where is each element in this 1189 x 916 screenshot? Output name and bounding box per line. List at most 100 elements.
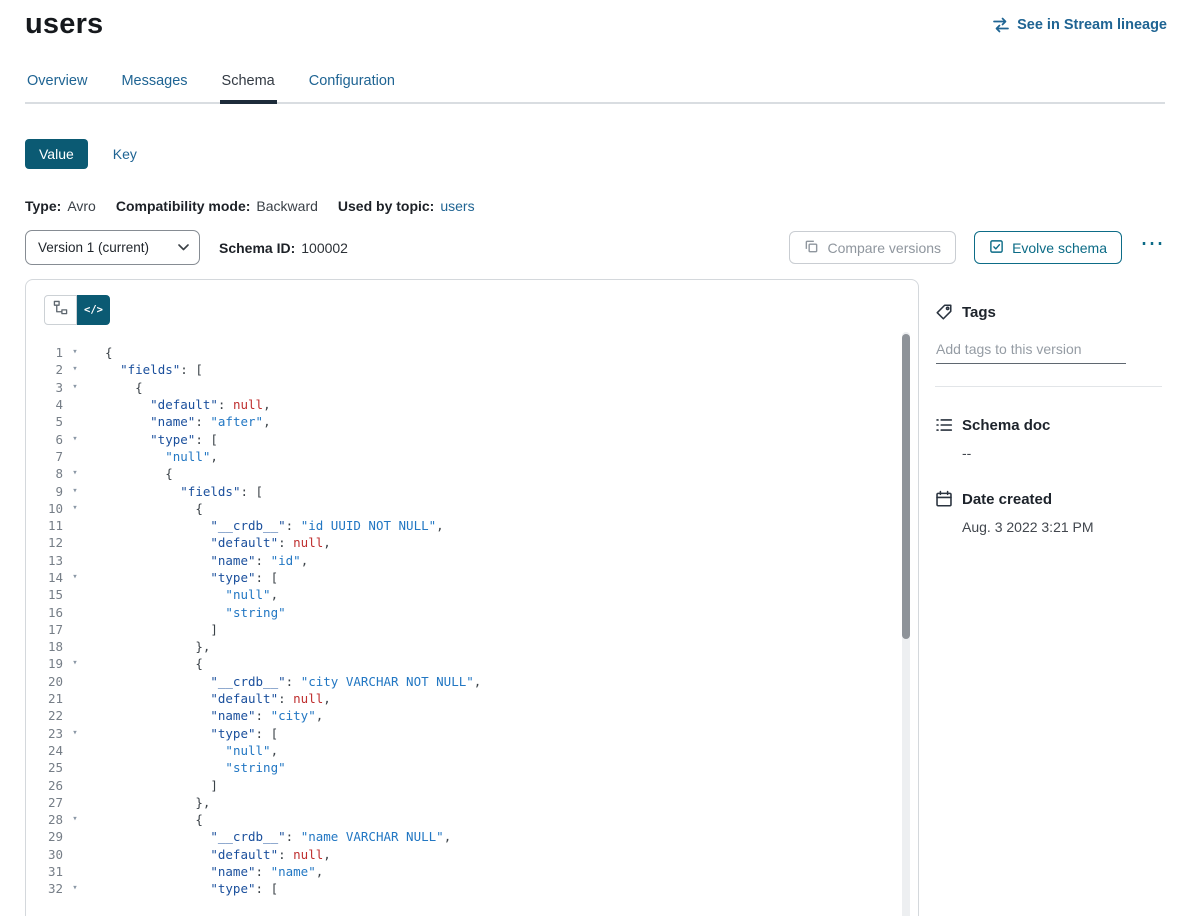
edit-check-icon xyxy=(989,239,1004,257)
topic-link[interactable]: users xyxy=(440,198,474,214)
code-line: 26 ] xyxy=(44,776,918,793)
code-text: "null", xyxy=(105,587,278,602)
line-number: 32 xyxy=(44,881,63,896)
fold-toggle-icon[interactable]: ▾ xyxy=(68,435,82,444)
code-line: 28▾ { xyxy=(44,811,918,828)
stream-lineage-link[interactable]: See in Stream lineage xyxy=(992,16,1167,34)
tab-bar: Overview Messages Schema Configuration xyxy=(25,73,1165,104)
fold-toggle-icon[interactable]: ▾ xyxy=(68,504,82,513)
code-line: 7 "null", xyxy=(44,448,918,465)
compare-versions-button[interactable]: Compare versions xyxy=(789,231,956,264)
schema-doc-title: Schema doc xyxy=(962,417,1050,434)
code-view-icon: </> xyxy=(84,304,103,316)
schema-doc-header: Schema doc xyxy=(935,416,1167,434)
line-number: 16 xyxy=(44,605,63,620)
tab-configuration[interactable]: Configuration xyxy=(307,73,397,102)
code-text: "type": [ xyxy=(105,726,278,741)
line-number: 14 xyxy=(44,570,63,585)
line-number: 26 xyxy=(44,778,63,793)
code-text: }, xyxy=(105,639,210,654)
tab-schema[interactable]: Schema xyxy=(220,73,277,102)
schema-editor-panel: </> 1 ▾ {2 ▾ "fields": [ 3 ▾ {4 "default": nu… xyxy=(25,279,919,916)
value-toggle-button[interactable]: Value xyxy=(25,139,88,169)
tab-messages[interactable]: Messages xyxy=(119,73,189,102)
code-text: "__crdb__": "city VARCHAR NOT NULL", xyxy=(105,674,481,689)
code-text: "null", xyxy=(105,743,278,758)
code-text: "name": "after", xyxy=(105,414,271,429)
code-line: 10▾ { xyxy=(44,500,918,517)
code-text: "type": [ xyxy=(105,881,278,896)
line-number: 2 xyxy=(44,362,63,377)
code-text: ] xyxy=(105,622,218,637)
code-view-button[interactable]: </> xyxy=(77,295,110,325)
code-line: 27 }, xyxy=(44,794,918,811)
date-created-section: Date created Aug. 3 2022 3:21 PM xyxy=(935,490,1167,535)
code-text: { xyxy=(105,345,113,360)
main-content: </> 1 ▾ {2 ▾ "fields": [ 3 ▾ {4 "default": nu… xyxy=(25,279,1189,916)
fold-toggle-icon[interactable]: ▾ xyxy=(68,659,82,668)
topic-label: Used by topic: xyxy=(338,198,434,214)
fold-toggle-icon[interactable]: ▾ xyxy=(68,469,82,478)
fold-toggle-icon[interactable]: ▾ xyxy=(68,383,82,392)
sidebar-divider xyxy=(935,386,1162,387)
version-select-wrap: Version 1 (current) xyxy=(25,230,200,265)
code-text: }, xyxy=(105,795,210,810)
tags-input[interactable] xyxy=(936,338,1126,364)
code-text: "name": "city", xyxy=(105,708,323,723)
code-line: 13 "name": "id", xyxy=(44,552,918,569)
editor-scrollbar-track[interactable] xyxy=(902,332,910,916)
line-number: 28 xyxy=(44,812,63,827)
schema-sidebar: Tags Schema doc -- xyxy=(935,279,1167,916)
code-text: "fields": [ xyxy=(105,362,203,377)
code-line: 17 ] xyxy=(44,621,918,638)
fold-toggle-icon[interactable]: ▾ xyxy=(68,487,82,496)
type-label: Type: xyxy=(25,198,61,214)
version-select[interactable]: Version 1 (current) xyxy=(25,230,200,265)
schema-meta-row: Type: Avro Compatibility mode: Backward … xyxy=(25,198,1189,214)
code-line: 19▾ { xyxy=(44,655,918,672)
schema-id-value: 100002 xyxy=(301,240,348,256)
line-number: 17 xyxy=(44,622,63,637)
code-line: 15 "null", xyxy=(44,586,918,603)
key-toggle-button[interactable]: Key xyxy=(113,146,137,162)
line-number: 11 xyxy=(44,518,63,533)
calendar-icon xyxy=(935,490,953,508)
line-number: 1 xyxy=(44,345,63,360)
code-text: "__crdb__": "name VARCHAR NULL", xyxy=(105,829,451,844)
schema-page: users See in Stream lineage Overview Mes… xyxy=(0,0,1189,916)
tree-view-button[interactable] xyxy=(44,295,77,325)
tab-overview[interactable]: Overview xyxy=(25,73,89,102)
stream-lineage-icon xyxy=(992,16,1010,34)
code-line: 23▾ "type": [ xyxy=(44,725,918,742)
compatibility-value: Backward xyxy=(256,198,317,214)
code-line: 12 "default": null, xyxy=(44,534,918,551)
fold-toggle-icon[interactable]: ▾ xyxy=(68,815,82,824)
code-line: 3 ▾ { xyxy=(44,379,918,396)
line-number: 6 xyxy=(44,432,63,447)
code-text: { xyxy=(105,380,143,395)
code-line: 25 "string" xyxy=(44,759,918,776)
code-line: 22 "name": "city", xyxy=(44,707,918,724)
fold-toggle-icon[interactable]: ▾ xyxy=(68,348,82,357)
line-number: 25 xyxy=(44,760,63,775)
code-line: 4 "default": null, xyxy=(44,396,918,413)
fold-toggle-icon[interactable]: ▾ xyxy=(68,365,82,374)
more-options-button[interactable]: ⋯ xyxy=(1136,239,1168,257)
code-line: 11 "__crdb__": "id UUID NOT NULL", xyxy=(44,517,918,534)
fold-toggle-icon[interactable]: ▾ xyxy=(68,729,82,738)
code-text: { xyxy=(105,501,203,516)
editor-scrollbar-thumb[interactable] xyxy=(902,334,910,639)
code-line: 1 ▾ { xyxy=(44,344,918,361)
evolve-schema-button[interactable]: Evolve schema xyxy=(974,231,1122,264)
fold-toggle-icon[interactable]: ▾ xyxy=(68,573,82,582)
code-line: 6▾ "type": [ xyxy=(44,430,918,447)
date-created-value: Aug. 3 2022 3:21 PM xyxy=(962,519,1167,535)
fold-toggle-icon[interactable]: ▾ xyxy=(68,884,82,893)
code-line: 16 "string" xyxy=(44,603,918,620)
line-number: 7 xyxy=(44,449,63,464)
code-text: "name": "name", xyxy=(105,864,323,879)
code-text: "default": null, xyxy=(105,397,271,412)
code-text: "default": null, xyxy=(105,535,331,550)
line-number: 4 xyxy=(44,397,63,412)
line-number: 3 xyxy=(44,380,63,395)
